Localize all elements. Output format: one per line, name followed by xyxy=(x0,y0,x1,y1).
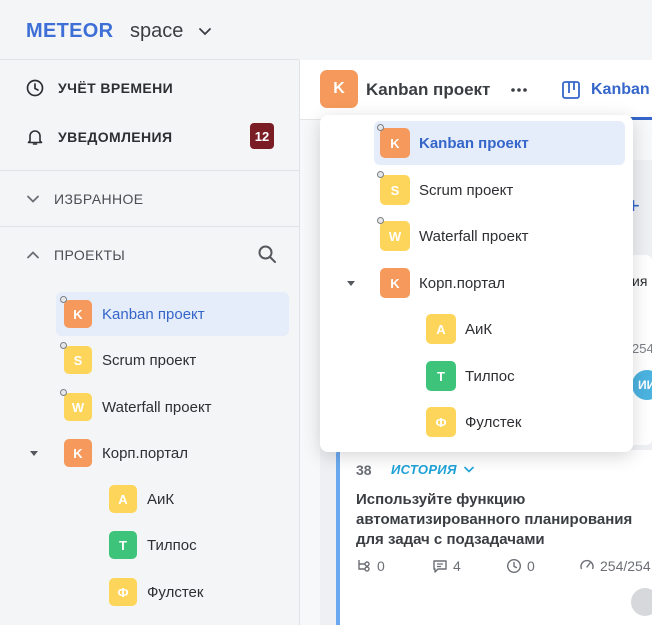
notifications-count-badge: 12 xyxy=(250,123,274,149)
dropdown-subproject-tilpos[interactable]: Т Тилпос xyxy=(420,354,625,398)
project-name: Тилпос xyxy=(465,367,515,385)
dropdown-project-waterfall[interactable]: W Waterfall проект xyxy=(374,214,625,258)
dropdown-project-scrum[interactable]: S Scrum проект xyxy=(374,168,625,212)
kanban-board-icon xyxy=(562,81,580,99)
dropdown-subproject-aik[interactable]: А АиК xyxy=(420,307,625,351)
chevron-up-icon xyxy=(27,251,39,259)
nav-time-tracking[interactable]: УЧЁТ ВРЕМЕНИ xyxy=(26,76,173,100)
project-avatar: W xyxy=(380,221,410,251)
drag-handle-icon[interactable] xyxy=(377,217,384,224)
drag-handle-icon[interactable] xyxy=(60,342,67,349)
project-avatar: S xyxy=(64,346,92,374)
project-name: Scrum проект xyxy=(102,351,197,369)
project-name: Корп.портал xyxy=(102,444,188,462)
gauge-icon xyxy=(580,559,594,570)
sidebar-project-kanban[interactable]: K Kanban проект xyxy=(56,292,289,336)
bell-icon xyxy=(27,130,43,145)
nav-notifications-label: УВЕДОМЛЕНИЯ xyxy=(58,129,173,145)
more-icon[interactable] xyxy=(510,81,528,99)
project-name: Waterfall проект xyxy=(102,398,212,416)
divider xyxy=(0,170,299,171)
workspace-name[interactable]: space xyxy=(130,20,183,43)
project-avatar: K xyxy=(380,128,410,158)
project-name: Корп.портал xyxy=(419,274,505,292)
tab-kanban[interactable]: Kanban xyxy=(591,81,650,99)
card-type-dropdown[interactable]: ИСТОРИЯ xyxy=(391,462,457,477)
project-avatar: S xyxy=(380,175,410,205)
drag-handle-icon[interactable] xyxy=(60,389,67,396)
project-avatar: K xyxy=(380,268,410,298)
estimate-value: 254/254 xyxy=(600,558,651,574)
search-icon[interactable] xyxy=(257,244,277,264)
projects-label: ПРОЕКТЫ xyxy=(54,247,126,263)
sidebar-subproject-tilpos[interactable]: Т Тилпос xyxy=(101,523,289,567)
caret-down-icon[interactable] xyxy=(29,450,39,458)
dropdown-project-kanban[interactable]: K Kanban проект xyxy=(374,121,625,165)
drag-handle-icon[interactable] xyxy=(377,124,384,131)
clock-icon xyxy=(26,79,44,97)
project-name: Тилпос xyxy=(147,536,197,554)
brand-logo[interactable]: METEOR xyxy=(26,20,113,43)
project-avatar: K xyxy=(64,300,92,328)
card-number: 38 xyxy=(356,462,372,478)
project-name: Kanban проект xyxy=(102,305,205,323)
comments-count: 4 xyxy=(432,558,461,574)
nav-time-tracking-label: УЧЁТ ВРЕМЕНИ xyxy=(58,80,174,96)
chevron-down-icon[interactable] xyxy=(198,24,212,38)
project-avatar[interactable]: K xyxy=(320,70,358,108)
project-avatar: Т xyxy=(426,361,456,391)
dropdown-subproject-fullstack[interactable]: Ф Фулстек xyxy=(420,400,625,444)
project-switcher-dropdown: K Kanban проект S Scrum проект W Waterfa… xyxy=(320,115,633,452)
clock-icon xyxy=(506,558,522,574)
project-avatar: K xyxy=(64,439,92,467)
project-avatar: А xyxy=(426,314,456,344)
subtasks-value: 0 xyxy=(377,558,385,574)
sidebar-subproject-aik[interactable]: А АиК xyxy=(101,477,289,521)
project-name: АиК xyxy=(465,320,493,338)
estimate: 254/254 xyxy=(579,558,651,574)
chevron-down-icon xyxy=(27,195,39,203)
card-estimate-fragment: 254 xyxy=(632,341,652,356)
subtasks-icon xyxy=(358,560,370,572)
time-spent: 0 xyxy=(506,558,535,574)
project-name: Waterfall проект xyxy=(419,227,529,245)
comment-icon xyxy=(433,560,447,573)
project-avatar: Ф xyxy=(109,578,137,606)
drag-handle-icon[interactable] xyxy=(377,171,384,178)
dropdown-project-corp-portal[interactable]: K Корп.портал xyxy=(374,261,625,305)
divider xyxy=(0,59,299,60)
avatar[interactable] xyxy=(631,588,652,616)
drag-handle-icon[interactable] xyxy=(60,296,67,303)
sidebar-project-scrum[interactable]: S Scrum проект xyxy=(56,338,289,382)
project-avatar: Т xyxy=(109,531,137,559)
divider xyxy=(0,226,299,227)
project-avatar: W xyxy=(64,393,92,421)
subtasks-count: 0 xyxy=(356,558,385,574)
sidebar-project-corp-portal[interactable]: K Корп.портал xyxy=(56,431,289,475)
time-spent-value: 0 xyxy=(527,558,535,574)
project-name: Фулстек xyxy=(465,413,522,431)
project-avatar: А xyxy=(109,485,137,513)
project-name: Фулстек xyxy=(147,583,204,601)
project-name: АиК xyxy=(147,490,175,508)
card-title-fragment: ия xyxy=(632,273,648,289)
comments-value: 4 xyxy=(453,558,461,574)
favorites-label: ИЗБРАННОЕ xyxy=(54,191,144,207)
project-title[interactable]: Kanban проект xyxy=(366,80,490,100)
chevron-down-icon[interactable] xyxy=(464,466,474,474)
project-avatar: Ф xyxy=(426,407,456,437)
sidebar-subproject-fullstack[interactable]: Ф Фулстек xyxy=(101,570,289,614)
projects-section-toggle[interactable]: ПРОЕКТЫ xyxy=(26,243,125,267)
sidebar-project-waterfall[interactable]: W Waterfall проект xyxy=(56,385,289,429)
caret-down-icon[interactable] xyxy=(346,280,356,288)
project-name: Kanban проект xyxy=(419,134,529,152)
project-name: Scrum проект xyxy=(419,181,514,199)
card-title[interactable]: Используйте функцию автоматизированного … xyxy=(356,490,646,550)
favorites-section-toggle[interactable]: ИЗБРАННОЕ xyxy=(26,187,144,211)
nav-notifications[interactable]: УВЕДОМЛЕНИЯ xyxy=(26,125,172,149)
